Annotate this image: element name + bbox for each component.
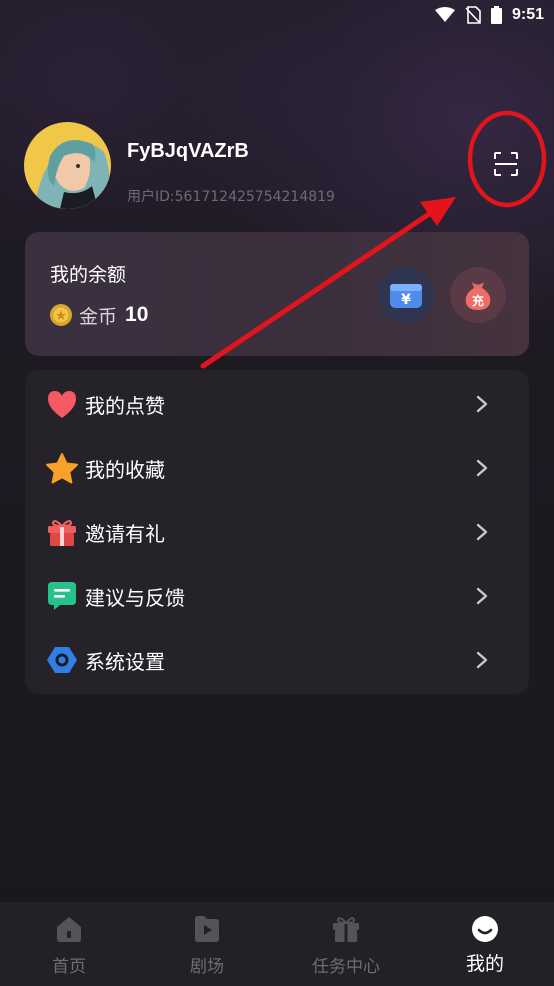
user-id: 用户ID:561712425754214819 — [127, 189, 335, 205]
settings-icon — [45, 643, 79, 677]
money-bag-icon: 充 — [465, 282, 491, 310]
wallet-button[interactable]: ¥ — [378, 267, 434, 323]
menu-item-favorites[interactable]: 我的收藏 — [25, 436, 529, 500]
nav-theater[interactable]: 剧场 — [138, 902, 276, 986]
chevron-right-icon — [476, 587, 488, 605]
nav-label: 我的 — [465, 953, 504, 975]
star-icon — [45, 451, 79, 485]
menu-item-invite[interactable]: 邀请有礼 — [25, 500, 529, 564]
chevron-right-icon — [476, 651, 488, 669]
scan-icon — [494, 152, 518, 176]
wifi-icon — [434, 7, 455, 22]
svg-text:充: 充 — [472, 293, 484, 308]
nav-label: 首页 — [52, 957, 86, 977]
feedback-icon — [45, 579, 79, 613]
home-icon — [57, 917, 81, 942]
menu-item-settings[interactable]: 系统设置 — [25, 628, 529, 692]
coin-value: 10 — [125, 303, 149, 326]
task-gift-icon — [333, 917, 359, 942]
recharge-button[interactable]: 充 — [450, 267, 506, 323]
balance-title: 我的余额 — [50, 264, 127, 286]
heart-icon — [45, 387, 79, 421]
nav-label: 任务中心 — [312, 957, 380, 977]
gift-icon — [45, 515, 79, 549]
menu-list: 我的点赞 我的收藏 邀请有礼 建议与反馈 系统设置 — [25, 370, 529, 694]
chevron-right-icon — [476, 459, 488, 477]
nav-task-center[interactable]: 任务中心 — [277, 902, 415, 986]
username: FyBJqVAZrB — [127, 140, 249, 162]
menu-item-label: 邀请有礼 — [85, 521, 165, 546]
balance-card: 我的余额 金币 10 ¥ 充 — [25, 232, 529, 356]
annotation-arrow-head — [420, 197, 456, 226]
battery-icon — [490, 6, 502, 24]
menu-item-feedback[interactable]: 建议与反馈 — [25, 564, 529, 628]
coin-row: 金币 10 — [49, 302, 148, 328]
status-time: 9:51 — [511, 6, 544, 23]
menu-item-label: 建议与反馈 — [85, 585, 185, 610]
nav-profile[interactable]: 我的 — [416, 902, 554, 986]
nav-label: 剧场 — [190, 957, 224, 977]
bottom-nav: 首页 剧场 任务中心 我的 — [0, 902, 554, 986]
scan-button[interactable] — [486, 146, 526, 182]
coin-label: 金币 — [79, 305, 118, 328]
menu-item-label: 我的点赞 — [85, 393, 165, 418]
profile-icon — [472, 916, 498, 942]
svg-text:¥: ¥ — [401, 292, 411, 308]
theater-icon — [195, 916, 219, 942]
chevron-right-icon — [476, 395, 488, 413]
chevron-right-icon — [476, 523, 488, 541]
no-sim-icon — [465, 6, 481, 24]
gold-coin-icon — [50, 304, 72, 326]
menu-item-label: 我的收藏 — [85, 457, 165, 482]
nav-home[interactable]: 首页 — [0, 902, 138, 986]
avatar[interactable] — [24, 122, 111, 209]
status-bar: 9:51 — [0, 0, 554, 30]
wallet-icon: ¥ — [390, 284, 422, 308]
menu-item-label: 系统设置 — [85, 649, 165, 674]
menu-item-likes[interactable]: 我的点赞 — [25, 372, 529, 436]
